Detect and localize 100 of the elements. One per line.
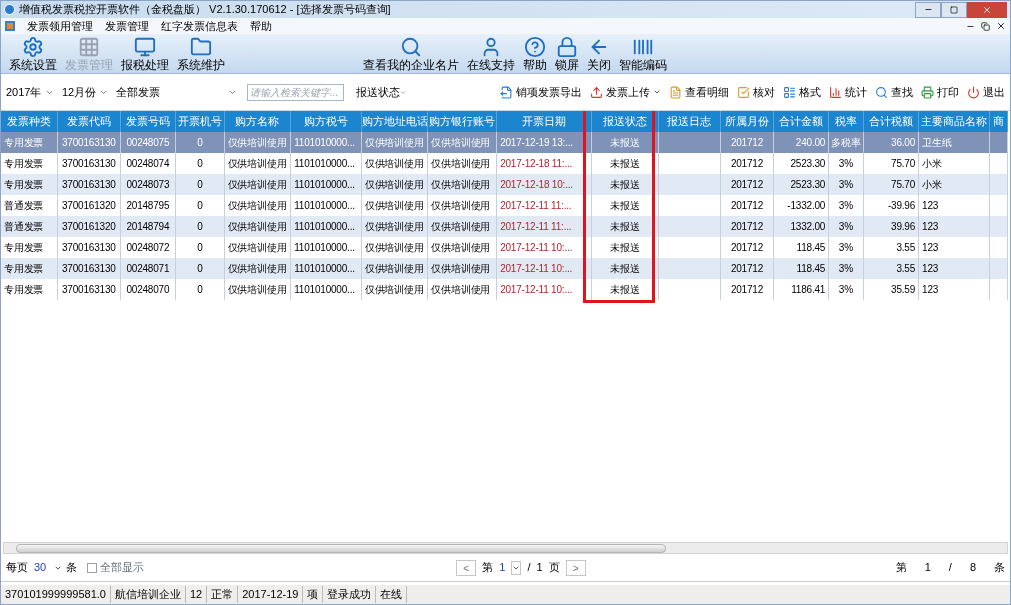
table-cell: -39.96	[887, 200, 916, 211]
menu-item[interactable]: 发票领用管理	[27, 17, 93, 35]
record-unit: 条	[994, 560, 1005, 576]
toolbar-action[interactable]: 查看明细	[669, 83, 729, 101]
menu-item[interactable]: 发票管理	[105, 17, 149, 35]
toolbar-button[interactable]: 在线支持	[463, 34, 519, 72]
table-cell: 仅供培训使用	[364, 284, 424, 295]
table-cell: 3700161320	[62, 200, 116, 211]
toolbar-action[interactable]: 核对	[737, 83, 775, 101]
table-cell: 0	[197, 263, 203, 274]
toolbar-button[interactable]: 报税处理	[117, 34, 173, 72]
show-all-checkbox[interactable]: 全部显示	[87, 559, 145, 576]
table-cell: 仅供培训使用	[227, 179, 287, 190]
table-cell: 35.59	[891, 284, 916, 295]
table-cell: 仅供培训使用	[227, 137, 287, 148]
table-cell: 123	[922, 221, 939, 232]
table-row[interactable]: 普通发票 3700161320 20148794 0 仅供培训使用 1101010000... 仅供培训使用 仅供培训使用 2017-12-11 11:... 未报送 201712 1332.00 3% 39.96 123	[1, 216, 1008, 237]
table-row[interactable]: 专用发票 3700163130 00248070 0 仅供培训使用 1101010000... 仅供培训使用 仅供培训使用 2017-12-11 10:... 未报送 201712 1186.41 3% 35.59 123	[1, 279, 1008, 300]
table-cell: 118.45	[796, 242, 826, 253]
table-cell: 3700163130	[62, 179, 116, 190]
toolbar-action[interactable]: 格式	[783, 83, 821, 101]
dropdown[interactable]: 报送状态	[356, 82, 410, 102]
table-cell: 1101010000...	[294, 221, 355, 232]
toolbar-button[interactable]: 智能编码	[615, 34, 671, 72]
table-cell: 00248072	[126, 242, 170, 253]
table-cell: 0	[197, 179, 203, 190]
page-total: 1	[536, 560, 543, 576]
menu-item[interactable]: 帮助	[250, 17, 272, 35]
close-icon	[982, 4, 992, 15]
search-field[interactable]: 请输入检索关键字...	[247, 83, 344, 101]
toolbar-action[interactable]: 发票上传	[590, 83, 661, 101]
dropdown[interactable]: 12月份	[62, 82, 112, 102]
menu-item[interactable]: 红字发票信息表	[161, 17, 238, 35]
close-button[interactable]	[967, 1, 1007, 18]
table-cell: 2523.30	[790, 158, 826, 169]
status-item: 正常	[207, 586, 239, 603]
table-row[interactable]: 专用发票 3700163130 00248072 0 仅供培训使用 1101010000... 仅供培训使用 仅供培训使用 2017-12-11 10:... 未报送 201712 118.45 3% 3.55 123	[1, 237, 1008, 258]
page-number[interactable]: 1	[499, 559, 506, 576]
table-cell: 仅供培训使用	[364, 221, 424, 232]
table-cell: 仅供培训使用	[227, 284, 287, 295]
minimize-button[interactable]	[915, 1, 941, 18]
toolbar-button[interactable]: 查看我的企业名片	[359, 34, 463, 72]
table-cell: 3%	[838, 200, 853, 211]
toolbar-action[interactable]: 统计	[829, 83, 867, 101]
next-page-button[interactable]: >	[565, 559, 586, 576]
table-cell: 201712	[730, 221, 764, 232]
table-cell: 1332.00	[790, 221, 826, 232]
status-item: 2017-12-19	[238, 586, 304, 603]
table-cell: 201712	[730, 137, 764, 148]
record-number: 1	[924, 560, 931, 576]
table-cell: 仅供培训使用	[431, 137, 491, 148]
status-item: 登录成功	[323, 586, 377, 603]
scrollbar-thumb[interactable]	[16, 543, 666, 553]
horizontal-scrollbar[interactable]	[3, 542, 1008, 554]
toolbar-button[interactable]: 锁屏	[551, 34, 583, 72]
dropdown[interactable]: 2017年	[6, 82, 58, 102]
dropdown[interactable]: 全部发票	[116, 82, 241, 102]
table-cell: 3%	[838, 263, 853, 274]
per-page-value[interactable]: 30	[34, 559, 47, 576]
table-row[interactable]: 专用发票 3700163130 00248071 0 仅供培训使用 1101010000... 仅供培训使用 仅供培训使用 2017-12-11 10:... 未报送 201712 118.45 3% 3.55 123	[1, 258, 1008, 279]
table-cell: 123	[922, 242, 939, 253]
toolbar-button[interactable]: 关闭	[583, 34, 615, 72]
table-row[interactable]: 专用发票 3700163130 00248074 0 仅供培训使用 1101010000... 仅供培训使用 仅供培训使用 2017-12-18 11:... 未报送 201712 2523.30 3% 75.70 小米	[1, 153, 1008, 174]
toolbar-action[interactable]: 查找	[875, 83, 913, 101]
table-cell: 多税率	[831, 137, 861, 148]
table-cell: 123	[922, 284, 939, 295]
table-cell: 仅供培训使用	[431, 158, 491, 169]
restore-icon[interactable]	[981, 21, 990, 31]
table-cell: 未报送	[610, 158, 640, 169]
toolbar-button[interactable]: 系统设置	[5, 34, 61, 72]
table-cell: 1101010000...	[294, 179, 355, 190]
per-page-label: 每页	[6, 560, 28, 576]
table-cell: 1101010000...	[294, 263, 355, 274]
toolbar-action[interactable]: 退出	[967, 83, 1005, 101]
page-dropdown-icon[interactable]	[511, 560, 522, 575]
table-row[interactable]: 普通发票 3700161320 20148795 0 仅供培训使用 1101010000... 仅供培训使用 仅供培训使用 2017-12-11 11:... 未报送 201712 -1332.00 3% -39.96 123	[1, 195, 1008, 216]
table-cell: 仅供培训使用	[364, 179, 424, 190]
table-cell: 3%	[838, 179, 853, 190]
table-cell: 00248070	[126, 284, 170, 295]
close-icon[interactable]	[996, 21, 1006, 31]
printer-icon	[921, 85, 934, 99]
toolbar-action[interactable]: 销项发票导出	[500, 83, 582, 101]
table-cell: 118.45	[796, 263, 826, 274]
table-cell: 仅供培训使用	[227, 263, 287, 274]
status-item: 370101999999581.0	[1, 586, 111, 603]
table-cell: 2017-12-11 11:...	[500, 221, 572, 232]
table-cell: 00248073	[126, 179, 170, 190]
table-cell: 未报送	[610, 221, 640, 232]
table-cell: 20148794	[126, 221, 170, 232]
page-unit: 页	[548, 560, 560, 576]
table-cell: 仅供培训使用	[431, 221, 491, 232]
record-separator: /	[948, 560, 952, 576]
toolbar-button[interactable]: 系统维护	[173, 34, 229, 72]
table-row[interactable]: 专用发票 3700163130 00248073 0 仅供培训使用 1101010000... 仅供培训使用 仅供培训使用 2017-12-18 10:... 未报送 201712 2523.30 3% 75.70 小米	[1, 174, 1008, 195]
table-cell: 专用发票	[4, 263, 44, 274]
folder-icon	[190, 36, 212, 58]
toolbar-button[interactable]: 帮助	[519, 34, 551, 72]
previous-page-button[interactable]: <	[456, 559, 477, 576]
toolbar-action[interactable]: 打印	[921, 83, 959, 101]
table-cell: 仅供培训使用	[364, 137, 424, 148]
